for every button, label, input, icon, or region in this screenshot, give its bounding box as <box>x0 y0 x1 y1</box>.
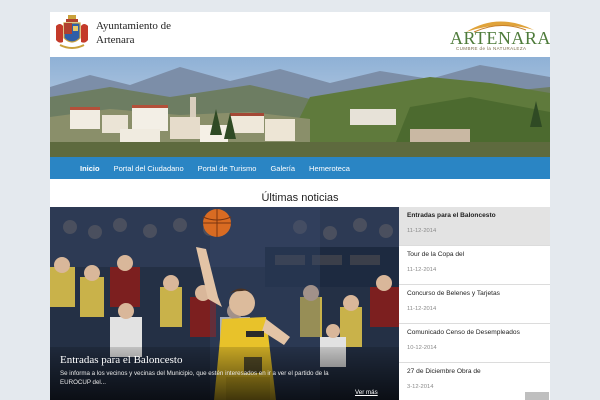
read-more-link[interactable]: Ver más <box>355 389 378 396</box>
nav-item-portal-turismo[interactable]: Portal de Turismo <box>198 164 257 173</box>
news-item-title: Concurso de Belenes y Tarjetas <box>407 290 500 297</box>
coat-of-arms-icon[interactable] <box>54 14 90 52</box>
news-list-item[interactable]: Tour de la Copa del 11-12-2014 <box>399 246 550 285</box>
news-item-title: Entradas para el Baloncesto <box>407 212 496 219</box>
news-item-title: Comunicado Censo de Desempleados <box>407 329 520 336</box>
news-list: Entradas para el Baloncesto 11-12-2014 T… <box>399 207 550 400</box>
site-title-line1: Ayuntamiento de <box>96 20 172 32</box>
news-item-title: 27 de Diciembre Obra de <box>407 368 481 375</box>
featured-title[interactable]: Entradas para el Baloncesto <box>60 354 182 366</box>
site-header: Ayuntamiento de Artenara ARTENARA CUMBRE… <box>50 12 550 57</box>
main-navigation: Inicio Portal del Ciudadano Portal de Tu… <box>50 157 550 179</box>
news-item-date: 11-12-2014 <box>407 306 437 312</box>
news-list-item[interactable]: Concurso de Belenes y Tarjetas 11-12-201… <box>399 285 550 324</box>
news-item-date: 11-12-2014 <box>407 267 437 273</box>
featured-description: Se informa a los vecinos y vecinas del M… <box>60 370 329 386</box>
news-list-item[interactable]: Entradas para el Baloncesto 11-12-2014 <box>399 207 550 246</box>
featured-news-slide[interactable]: Entradas para el Baloncesto Se informa a… <box>50 207 399 400</box>
nav-item-inicio[interactable]: Inicio <box>80 164 100 173</box>
page: Ayuntamiento de Artenara ARTENARA CUMBRE… <box>50 12 550 400</box>
news-item-title: Tour de la Copa del <box>407 251 465 258</box>
news-list-item[interactable]: Comunicado Censo de Desempleados 10-12-2… <box>399 324 550 363</box>
news-item-date: 10-12-2014 <box>407 345 437 351</box>
slider-control[interactable] <box>525 392 549 400</box>
site-title[interactable]: Ayuntamiento de Artenara <box>96 19 171 47</box>
brand-tagline: CUMBRE de la NATURALEZA <box>456 46 527 51</box>
nav-item-galeria[interactable]: Galería <box>270 164 295 173</box>
brand-logo[interactable]: ARTENARA CUMBRE de la NATURALEZA <box>448 14 550 54</box>
news-item-date: 11-12-2014 <box>407 228 437 234</box>
section-title: Últimas noticias <box>261 192 339 204</box>
village-banner-image <box>50 57 550 157</box>
site-title-line2: Artenara <box>96 34 135 46</box>
nav-item-hemeroteca[interactable]: Hemeroteca <box>309 164 350 173</box>
news-item-date: 3-12-2014 <box>407 384 434 390</box>
nav-item-portal-ciudadano[interactable]: Portal del Ciudadano <box>114 164 184 173</box>
